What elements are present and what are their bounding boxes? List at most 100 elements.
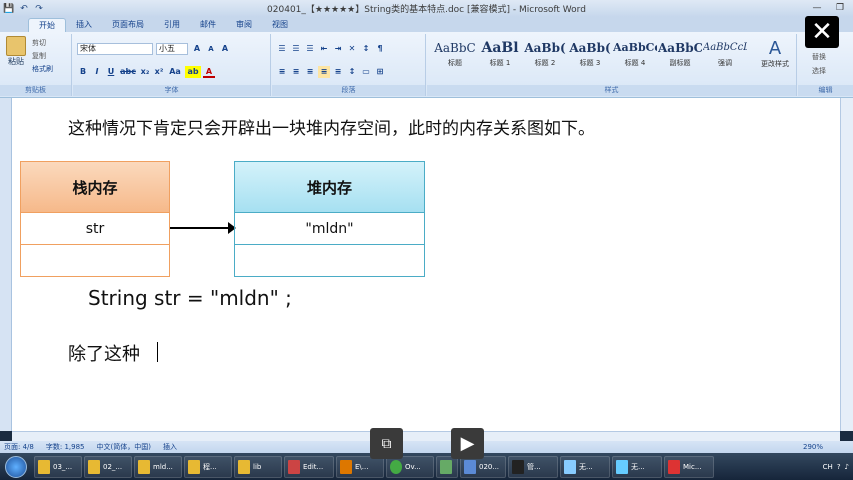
style-sample: AaBbCc — [613, 41, 657, 54]
help-icon[interactable]: ? — [837, 463, 841, 471]
code-line: String str = "mldn" ; — [88, 286, 292, 310]
subscript-icon[interactable]: x₂ — [139, 66, 151, 78]
numbering-icon[interactable]: ☰ — [290, 43, 302, 55]
horizontal-scrollbar[interactable] — [12, 431, 840, 441]
tab-insert[interactable]: 插入 — [66, 18, 102, 32]
italic-icon[interactable]: I — [91, 66, 103, 78]
select-button[interactable]: 选择 — [812, 66, 826, 76]
folder-icon — [38, 459, 50, 474]
task-item[interactable]: 管... — [508, 455, 558, 478]
paste-button[interactable]: 粘贴 — [4, 36, 28, 76]
font-size-combo[interactable]: 小五 — [156, 43, 188, 55]
style-emphasis[interactable]: AaBbCcD 强调 — [703, 38, 747, 74]
word-count[interactable]: 字数: 1,985 — [46, 442, 85, 452]
language-indicator[interactable]: CH — [823, 463, 833, 471]
title-bar: 💾 ↶ ↷ 020401_【★★★★★】String类的基本特点.doc [兼容… — [0, 0, 853, 17]
page-count[interactable]: 页面: 4/8 — [4, 442, 34, 452]
highlight-icon[interactable]: ab — [185, 66, 201, 78]
replace-button[interactable]: 替换 — [812, 52, 826, 62]
style-heading-3[interactable]: AaBb( 标题 3 — [568, 38, 612, 74]
paint-icon — [564, 459, 576, 474]
task-item[interactable]: 03_... — [34, 455, 82, 478]
task-label: lib — [253, 462, 262, 471]
show-marks-icon[interactable]: ¶ — [374, 43, 386, 55]
insert-mode[interactable]: 插入 — [163, 442, 177, 452]
ribbon-tabs: 开始 插入 页面布局 引用 邮件 审阅 视图 — [0, 17, 853, 32]
ribbon: 粘贴 剪切 复制 格式刷 剪贴板 宋体 小五 A A A B I U abc x… — [0, 32, 853, 98]
style-heading-2[interactable]: AaBb( 标题 2 — [523, 38, 567, 74]
task-item[interactable]: 无... — [612, 455, 662, 478]
start-button[interactable] — [0, 453, 32, 480]
superscript-icon[interactable]: x² — [153, 66, 165, 78]
task-item[interactable]: 程... — [184, 455, 232, 478]
task-item[interactable]: Mic... — [664, 455, 714, 478]
language[interactable]: 中文(简体，中国) — [96, 442, 150, 452]
tab-references[interactable]: 引用 — [154, 18, 190, 32]
style-name: 标题 — [448, 59, 462, 67]
status-bar: 页面: 4/8 字数: 1,985 中文(简体，中国) 插入 290% — [0, 441, 853, 453]
align-center-icon[interactable]: ≡ — [290, 66, 302, 78]
increase-indent-icon[interactable]: ⇥ — [332, 43, 344, 55]
task-item[interactable]: 02_... — [84, 455, 132, 478]
asian-layout-icon[interactable]: ✕ — [346, 43, 358, 55]
copy-button[interactable]: 复制 — [32, 51, 46, 61]
volume-icon[interactable]: ♪ — [845, 463, 849, 471]
strikethrough-icon[interactable]: abc — [119, 66, 137, 78]
zoom-level[interactable]: 290% — [803, 443, 853, 451]
vertical-scrollbar[interactable] — [840, 98, 853, 431]
line-spacing-icon[interactable]: ↕ — [346, 66, 358, 78]
format-painter-button[interactable]: 格式刷 — [32, 64, 53, 74]
change-styles-button[interactable]: A 更改样式 — [757, 38, 793, 69]
justify-icon[interactable]: ≡ — [318, 66, 330, 78]
cut-button[interactable]: 剪切 — [32, 38, 46, 48]
task-label: 03_... — [53, 462, 73, 471]
tab-view[interactable]: 视图 — [262, 18, 298, 32]
style-subtitle[interactable]: AaBbC 副标题 — [658, 38, 702, 74]
task-label: E\... — [355, 462, 369, 471]
vertical-ruler — [0, 98, 12, 431]
sort-icon[interactable]: ↕ — [360, 43, 372, 55]
minimize-icon[interactable]: — — [806, 1, 828, 15]
font-color-icon[interactable]: A — [203, 66, 215, 78]
caption-overlay-button[interactable]: ⧉ — [370, 428, 403, 459]
tab-review[interactable]: 审阅 — [226, 18, 262, 32]
maximize-icon[interactable]: ❐ — [829, 1, 851, 15]
task-item[interactable]: lib — [234, 455, 282, 478]
app-icon — [440, 459, 452, 474]
font-name-combo[interactable]: 宋体 — [77, 43, 153, 55]
task-item[interactable]: mld... — [134, 455, 182, 478]
multilevel-list-icon[interactable]: ☰ — [304, 43, 316, 55]
style-heading-1[interactable]: AaBl 标题 1 — [478, 38, 522, 74]
distributed-icon[interactable]: ≡ — [332, 66, 344, 78]
tab-home[interactable]: 开始 — [28, 18, 66, 32]
task-label: 020... — [479, 462, 500, 471]
align-left-icon[interactable]: ≡ — [276, 66, 288, 78]
bullets-icon[interactable]: ☰ — [276, 43, 288, 55]
change-case-icon[interactable]: Aa — [167, 66, 183, 78]
stack-cell-empty — [21, 244, 169, 276]
clear-format-icon[interactable]: A — [219, 43, 231, 55]
bold-icon[interactable]: B — [77, 66, 89, 78]
taskbar: 03_... 02_... mld... 程... lib Edit... E\… — [0, 453, 853, 480]
task-label: 无... — [579, 462, 593, 471]
clipboard-group: 粘贴 剪切 复制 格式刷 剪贴板 — [0, 34, 72, 96]
underline-icon[interactable]: U — [105, 66, 117, 78]
task-item[interactable]: Edit... — [284, 455, 334, 478]
style-heading-4[interactable]: AaBbCc 标题 4 — [613, 38, 657, 74]
align-right-icon[interactable]: ≡ — [304, 66, 316, 78]
play-overlay-button[interactable]: ▶ — [451, 428, 484, 459]
grow-font-icon[interactable]: A — [191, 43, 203, 55]
task-label: mld... — [153, 462, 173, 471]
tab-mailings[interactable]: 邮件 — [190, 18, 226, 32]
task-item[interactable]: 无... — [560, 455, 610, 478]
font-label: 字体 — [73, 85, 270, 96]
tab-page-layout[interactable]: 页面布局 — [102, 18, 154, 32]
shading-icon[interactable]: ▭ — [360, 66, 372, 78]
style-title[interactable]: AaBbC 标题 — [433, 38, 477, 74]
borders-icon[interactable]: ⊞ — [374, 66, 386, 78]
shrink-font-icon[interactable]: A — [205, 43, 217, 55]
decrease-indent-icon[interactable]: ⇤ — [318, 43, 330, 55]
close-overlay-button[interactable]: ✕ — [805, 16, 839, 48]
document-page[interactable]: 这种情况下肯定只会开辟出一块堆内存空间，此时的内存关系图如下。 栈内存 str … — [12, 98, 840, 431]
style-name: 标题 4 — [624, 59, 646, 67]
